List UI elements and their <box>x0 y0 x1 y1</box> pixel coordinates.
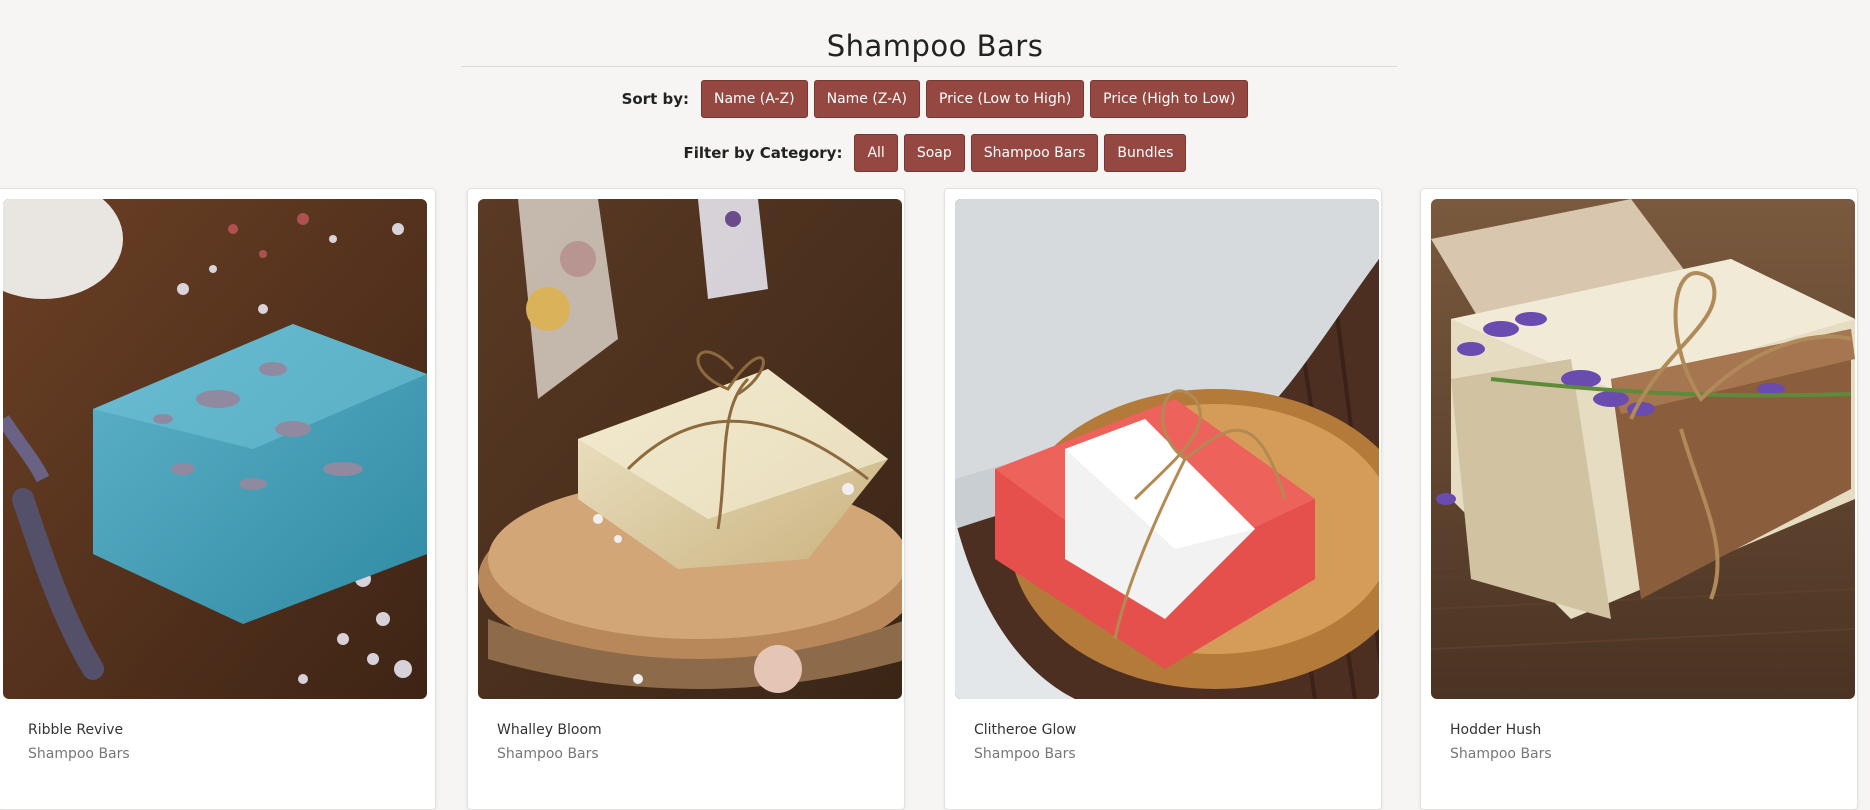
product-card[interactable]: Ribble Revive Shampoo Bars <box>0 188 436 810</box>
product-card[interactable]: Clitheroe Glow Shampoo Bars <box>944 188 1382 810</box>
product-name[interactable]: Ribble Revive <box>28 722 123 738</box>
page-title: Shampoo Bars <box>826 29 1044 64</box>
filter-bundles-button[interactable]: Bundles <box>1104 134 1187 172</box>
sort-bar: Sort by: Name (A-Z) Name (Z-A) Price (Lo… <box>0 80 1870 118</box>
product-name[interactable]: Clitheroe Glow <box>974 722 1076 738</box>
sort-name-desc-button[interactable]: Name (Z-A) <box>813 80 920 118</box>
product-card[interactable]: Hodder Hush Shampoo Bars <box>1420 188 1858 810</box>
product-name[interactable]: Whalley Bloom <box>497 722 602 738</box>
product-image[interactable] <box>955 199 1379 699</box>
divider <box>461 66 1397 67</box>
filter-all-button[interactable]: All <box>854 134 898 172</box>
product-category: Shampoo Bars <box>1450 746 1552 762</box>
filter-label: Filter by Category: <box>683 144 843 162</box>
product-category: Shampoo Bars <box>28 746 130 762</box>
sort-name-asc-button[interactable]: Name (A-Z) <box>701 80 808 118</box>
product-category: Shampoo Bars <box>974 746 1076 762</box>
sort-price-asc-button[interactable]: Price (Low to High) <box>925 80 1085 118</box>
product-category: Shampoo Bars <box>497 746 599 762</box>
filter-bar: Filter by Category: All Soap Shampoo Bar… <box>0 134 1870 172</box>
product-grid: Ribble Revive Shampoo Bars Whalley Bloom… <box>0 188 1870 810</box>
product-image[interactable] <box>1431 199 1855 699</box>
product-image[interactable] <box>478 199 902 699</box>
sort-price-desc-button[interactable]: Price (High to Low) <box>1090 80 1249 118</box>
sort-label: Sort by: <box>621 90 689 108</box>
product-name[interactable]: Hodder Hush <box>1450 722 1541 738</box>
filter-soap-button[interactable]: Soap <box>903 134 965 172</box>
filter-shampoo-bars-button[interactable]: Shampoo Bars <box>970 134 1099 172</box>
product-card[interactable]: Whalley Bloom Shampoo Bars <box>467 188 905 810</box>
product-image[interactable] <box>3 199 427 699</box>
